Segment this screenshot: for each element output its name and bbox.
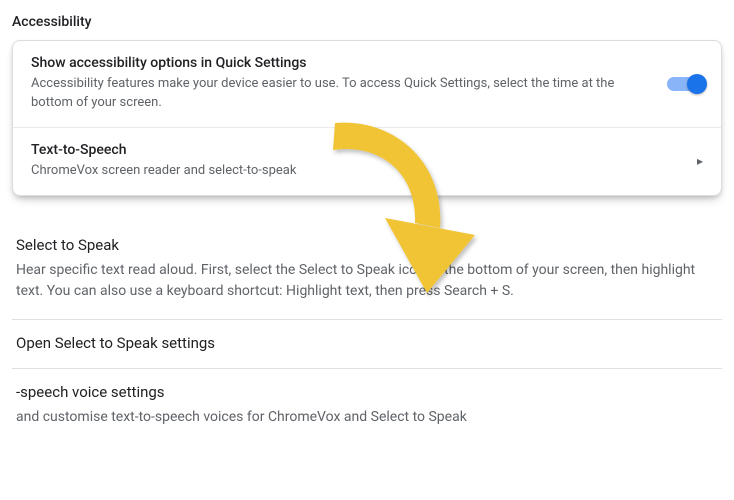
select-to-speak-section: Select to Speak Hear specific text read … <box>12 222 722 320</box>
text-to-speech-row[interactable]: Text-to-Speech ChromeVox screen reader a… <box>13 127 721 195</box>
voice-settings-title: -speech voice settings <box>16 383 718 401</box>
open-select-to-speak-link[interactable]: Open Select to Speak settings <box>12 320 722 369</box>
open-select-to-speak-label: Open Select to Speak settings <box>16 334 718 352</box>
select-to-speak-title: Select to Speak <box>16 236 718 254</box>
select-to-speak-desc: Hear specific text read aloud. First, se… <box>16 260 718 303</box>
text-to-speech-desc: ChromeVox screen reader and select-to-sp… <box>31 162 685 181</box>
voice-settings-desc: and customise text-to-speech voices for … <box>16 407 718 429</box>
text-to-speech-title: Text-to-Speech <box>31 142 685 158</box>
quick-settings-desc: Accessibility features make your device … <box>31 75 655 113</box>
quick-settings-toggle[interactable] <box>667 77 703 91</box>
chevron-right-icon: ▸ <box>697 154 703 168</box>
voice-settings-section: -speech voice settings and customise tex… <box>12 369 722 445</box>
quick-settings-title: Show accessibility options in Quick Sett… <box>31 55 655 71</box>
accessibility-card: Show accessibility options in Quick Sett… <box>12 40 722 196</box>
page-title: Accessibility <box>0 0 734 40</box>
quick-settings-row[interactable]: Show accessibility options in Quick Sett… <box>13 41 721 127</box>
